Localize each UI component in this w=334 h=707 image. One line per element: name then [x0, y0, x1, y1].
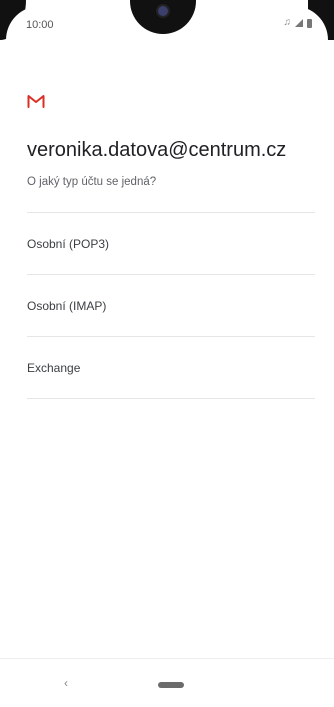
signal-icon	[295, 19, 303, 27]
status-icons: ♫	[283, 17, 312, 28]
divider	[27, 398, 315, 399]
option-label: Exchange	[27, 360, 81, 375]
option-pop3[interactable]: Osobní (POP3)	[27, 213, 315, 274]
option-exchange[interactable]: Exchange	[27, 337, 315, 398]
option-imap[interactable]: Osobní (IMAP)	[27, 275, 315, 336]
status-time: 10:00	[26, 19, 54, 31]
account-type-list: Osobní (POP3) Osobní (IMAP) Exchange	[27, 212, 315, 399]
account-type-question: O jaký typ účtu se jedná?	[27, 176, 157, 188]
navigation-bar: ‹	[0, 658, 334, 707]
battery-icon	[307, 18, 312, 28]
option-label: Osobní (POP3)	[27, 236, 110, 251]
back-icon[interactable]: ‹	[64, 676, 68, 690]
phone-screen: 10:00 ♫ veronika.datova@centrum.cz O jak…	[0, 0, 334, 707]
account-email: veronika.datova@centrum.cz	[27, 139, 287, 161]
camera-icon	[158, 6, 168, 16]
gmail-logo-icon	[27, 95, 45, 108]
option-label: Osobní (IMAP)	[27, 298, 107, 313]
music-note-icon: ♫	[283, 17, 292, 28]
home-pill-button[interactable]	[158, 682, 184, 688]
